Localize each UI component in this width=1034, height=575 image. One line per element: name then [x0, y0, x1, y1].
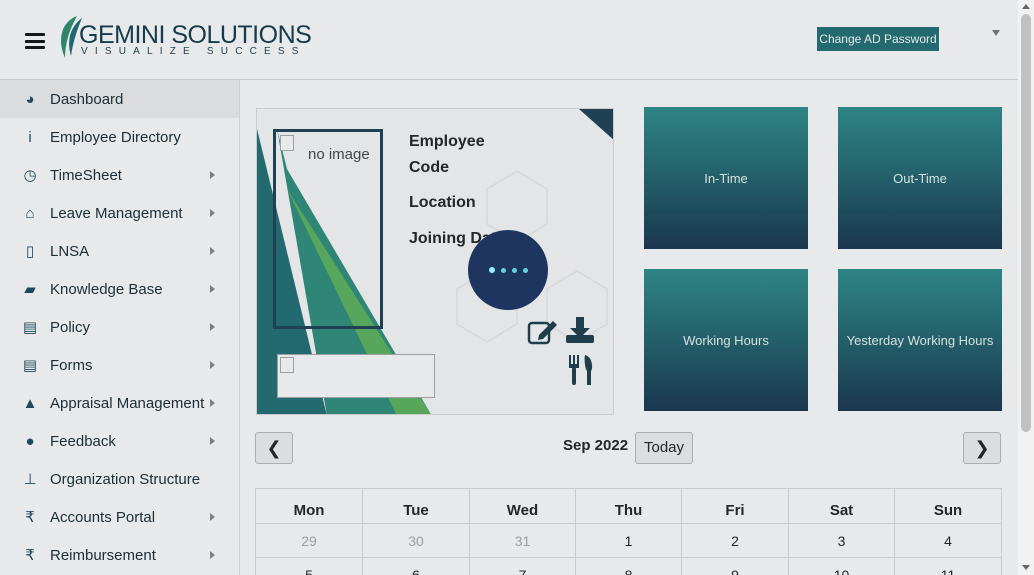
page-scrollbar[interactable]: [1018, 0, 1034, 575]
scrollbar-thumb[interactable]: [1021, 14, 1031, 432]
loading-spinner: [468, 230, 548, 310]
scroll-down-icon[interactable]: [1022, 565, 1030, 570]
scroll-up-icon[interactable]: [1022, 4, 1030, 9]
